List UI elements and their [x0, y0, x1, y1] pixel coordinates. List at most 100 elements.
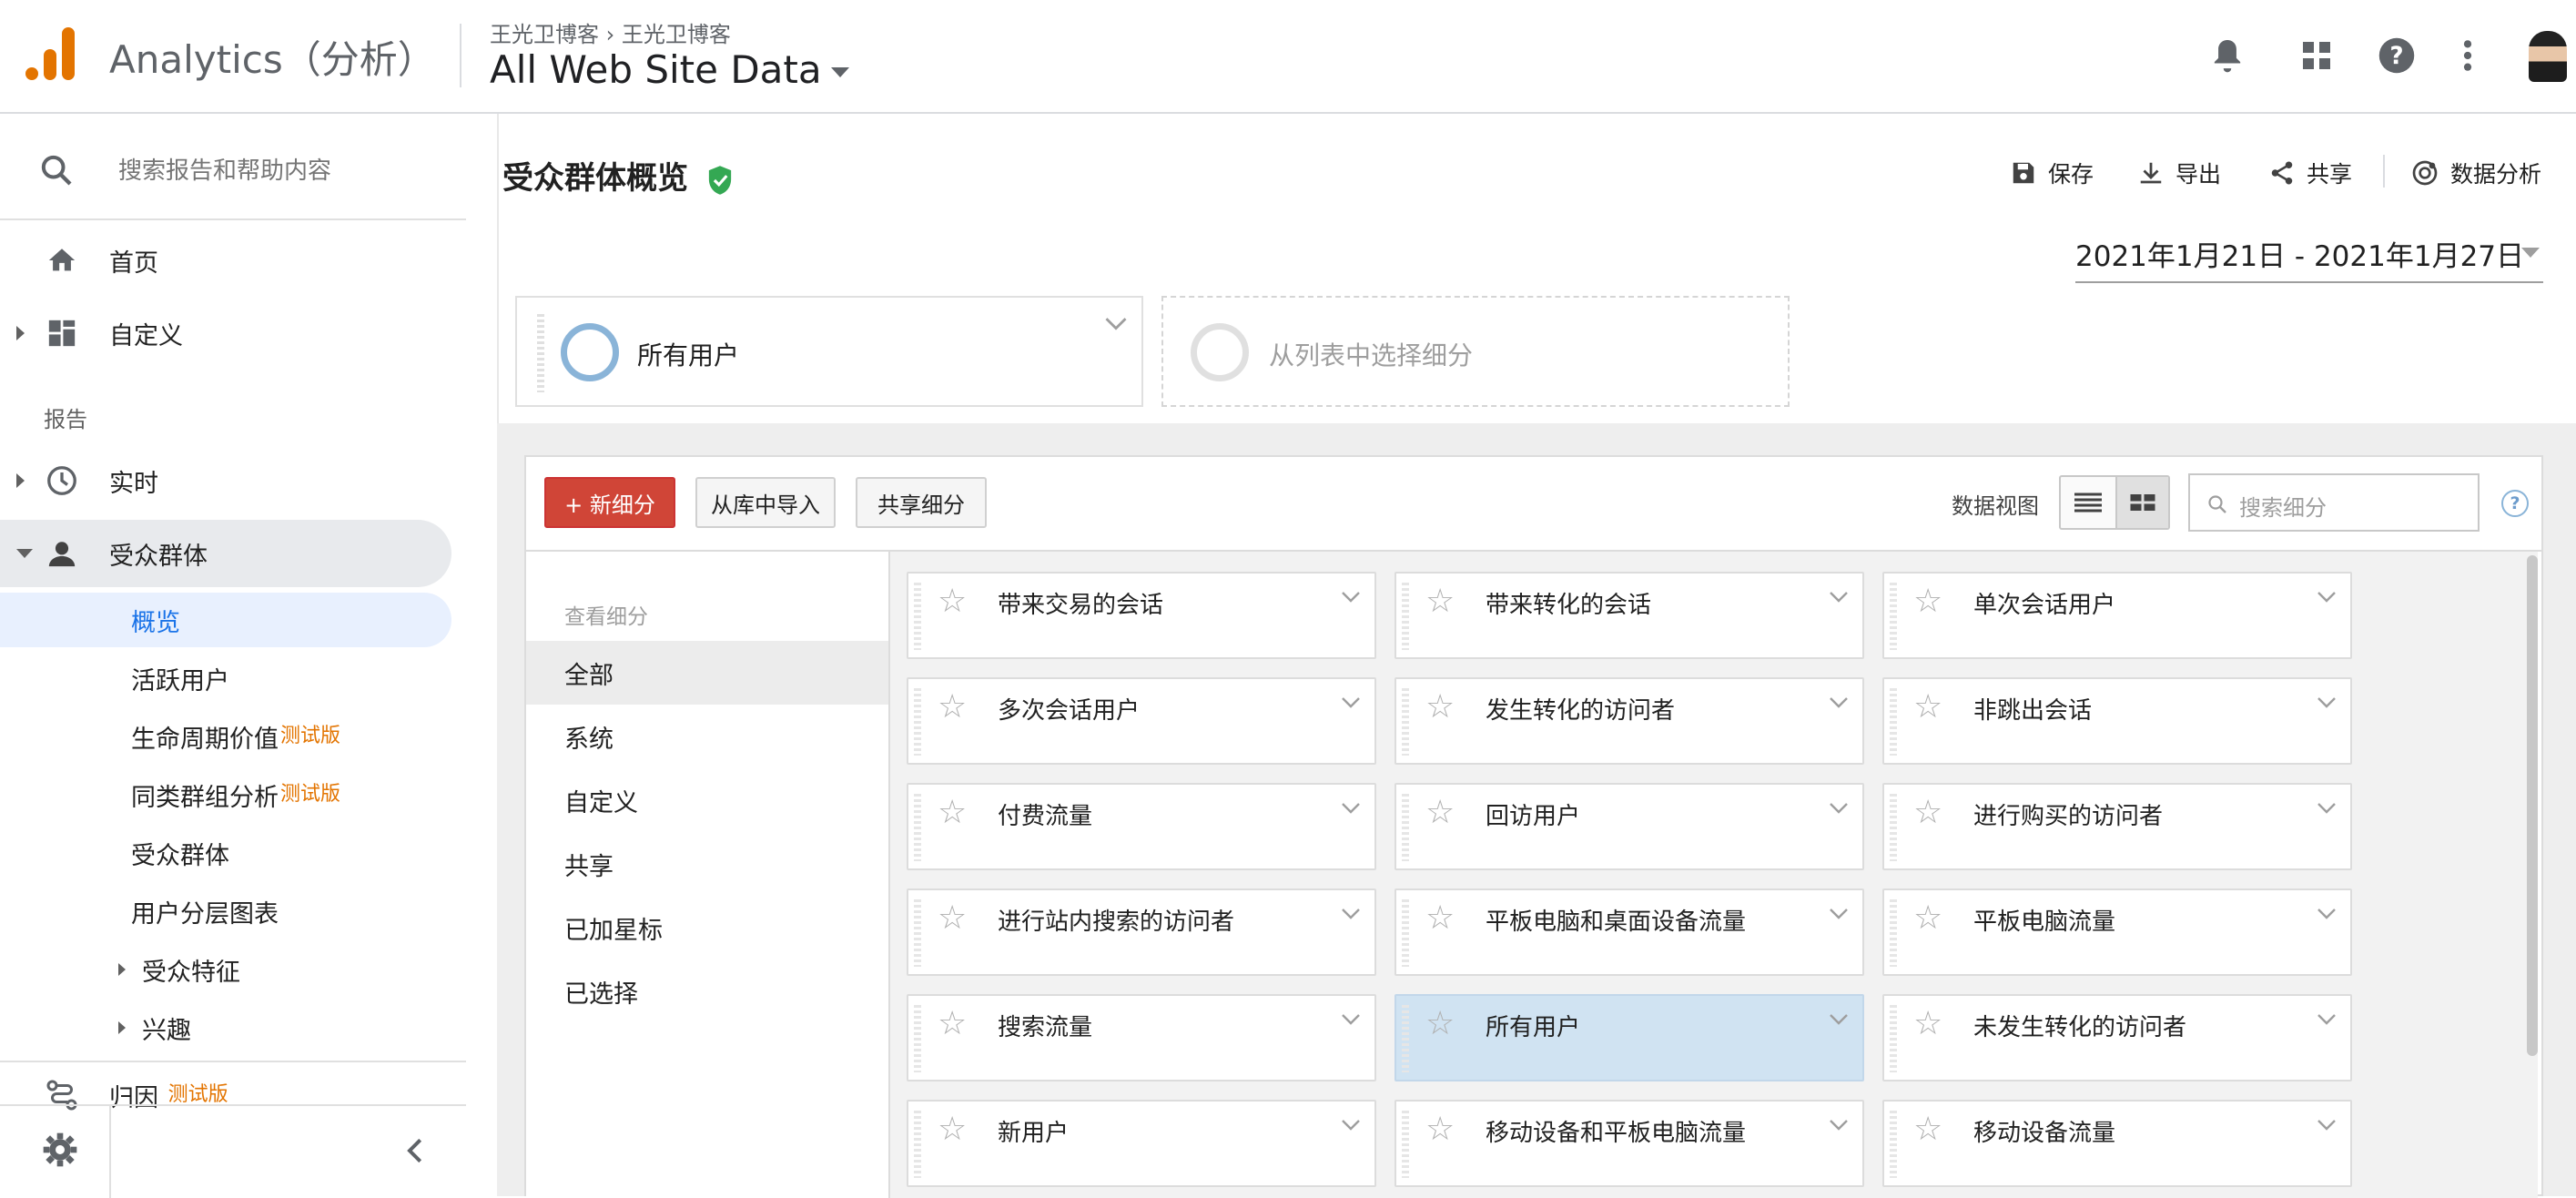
sidebar-item-home[interactable]: 首页 [0, 227, 451, 294]
scrollbar[interactable] [2527, 555, 2538, 1056]
star-icon[interactable]: ☆ [1913, 1111, 1942, 1148]
chevron-down-icon[interactable] [1340, 903, 1362, 925]
chevron-down-icon[interactable] [1828, 1009, 1850, 1030]
collapse-sidebar-icon[interactable] [404, 1137, 424, 1164]
segment-tile[interactable]: ☆ 付费流量 [907, 783, 1376, 870]
category-item[interactable]: 共享 [526, 832, 888, 896]
expand-arrow-icon[interactable] [118, 963, 126, 976]
gear-icon[interactable] [42, 1132, 78, 1168]
star-icon[interactable]: ☆ [1425, 1005, 1455, 1042]
segment-tile[interactable]: ☆ 非跳出会话 [1882, 677, 2352, 765]
segment-tile[interactable]: ☆ 进行购买的访问者 [1882, 783, 2352, 870]
export-button[interactable]: 导出 [2137, 157, 2221, 189]
bell-icon[interactable] [2206, 35, 2248, 76]
insights-button[interactable]: 数据分析 [2410, 157, 2541, 189]
drag-handle[interactable] [1402, 1111, 1409, 1178]
drag-handle[interactable] [1890, 794, 1897, 861]
drag-handle[interactable] [1402, 899, 1409, 967]
star-icon[interactable]: ☆ [1913, 899, 1942, 937]
star-icon[interactable]: ☆ [938, 583, 967, 620]
apps-icon[interactable] [2296, 35, 2338, 76]
sidebar-item-customize[interactable]: 自定义 [0, 300, 451, 367]
segment-search-input[interactable]: 搜索细分 [2188, 473, 2480, 532]
drag-handle[interactable] [1890, 583, 1897, 650]
sidebar-item-audience[interactable]: 受众群体 [0, 520, 451, 587]
segment-tile[interactable]: ☆ 进行站内搜索的访问者 [907, 888, 1376, 976]
expand-arrow-icon[interactable] [118, 1021, 126, 1034]
chevron-down-icon[interactable] [2316, 692, 2338, 714]
drag-handle[interactable] [1402, 1005, 1409, 1072]
collapse-arrow-icon[interactable] [16, 549, 33, 558]
chevron-down-icon[interactable] [2316, 903, 2338, 925]
drag-handle[interactable] [1402, 688, 1409, 756]
drag-handle[interactable] [914, 688, 921, 756]
drag-handle[interactable] [914, 583, 921, 650]
drag-handle[interactable] [1890, 899, 1897, 967]
category-item[interactable]: 全部 [526, 641, 888, 705]
help-icon[interactable]: ? [2376, 35, 2418, 76]
sidebar-item-cohort-analysis[interactable]: 同类群组分析测试版 [0, 767, 451, 822]
list-view-icon[interactable] [2061, 477, 2115, 528]
category-item[interactable]: 已选择 [526, 959, 888, 1023]
share-button[interactable]: 共享 [2268, 157, 2352, 189]
expand-arrow-icon[interactable] [16, 473, 25, 488]
segment-tile[interactable]: ☆ 平板电脑和桌面设备流量 [1394, 888, 1864, 976]
star-icon[interactable]: ☆ [938, 899, 967, 937]
chevron-down-icon[interactable] [1340, 586, 1362, 608]
sidebar-item-active-users[interactable]: 活跃用户 [0, 651, 451, 706]
star-icon[interactable]: ☆ [1913, 1005, 1942, 1042]
breadcrumb-property[interactable]: 王光卫博客 [622, 22, 731, 47]
segment-tile[interactable]: ☆ 多次会话用户 [907, 677, 1376, 765]
star-icon[interactable]: ☆ [1425, 794, 1455, 831]
star-icon[interactable]: ☆ [1913, 583, 1942, 620]
drag-handle[interactable] [914, 794, 921, 861]
star-icon[interactable]: ☆ [1425, 688, 1455, 726]
sidebar-item-overview[interactable]: 概览 [0, 593, 451, 647]
star-icon[interactable]: ☆ [1913, 688, 1942, 726]
drag-handle[interactable] [914, 1005, 921, 1072]
drag-handle[interactable] [914, 899, 921, 967]
category-item[interactable]: 已加星标 [526, 896, 888, 959]
breadcrumb-account[interactable]: 王光卫博客 [490, 22, 599, 47]
star-icon[interactable]: ☆ [938, 794, 967, 831]
segment-tile[interactable]: ☆ 回访用户 [1394, 783, 1864, 870]
segment-tile[interactable]: ☆ 所有用户 [1394, 994, 1864, 1081]
star-icon[interactable]: ☆ [938, 1111, 967, 1148]
chevron-down-icon[interactable] [1340, 797, 1362, 819]
drag-handle[interactable] [537, 314, 544, 392]
drag-handle[interactable] [1890, 688, 1897, 756]
drag-handle[interactable] [1890, 1005, 1897, 1072]
view-selector[interactable]: All Web Site Data [490, 47, 849, 92]
drag-handle[interactable] [914, 1111, 921, 1178]
chevron-down-icon[interactable] [1828, 797, 1850, 819]
breadcrumb[interactable]: 王光卫博客 › 王光卫博客 [490, 16, 731, 48]
category-item[interactable]: 系统 [526, 705, 888, 768]
segment-tile[interactable]: ☆ 搜索流量 [907, 994, 1376, 1081]
grid-view-icon[interactable] [2115, 477, 2168, 528]
analytics-logo-icon[interactable] [25, 27, 76, 80]
import-from-gallery-button[interactable]: 从库中导入 [695, 477, 836, 528]
star-icon[interactable]: ☆ [1425, 1111, 1455, 1148]
save-button[interactable]: 保存 [2010, 157, 2094, 189]
star-icon[interactable]: ☆ [938, 1005, 967, 1042]
segment-tile[interactable]: ☆ 新用户 [907, 1100, 1376, 1187]
avatar[interactable] [2529, 31, 2567, 82]
sidebar-item-interests[interactable]: 兴趣 [0, 1000, 451, 1055]
chevron-down-icon[interactable] [1828, 903, 1850, 925]
chevron-down-icon[interactable] [2316, 797, 2338, 819]
segment-card-active[interactable]: 所有用户 [515, 296, 1143, 407]
sidebar-item-user-explorer[interactable]: 用户分层图表 [0, 884, 451, 939]
segment-tile[interactable]: ☆ 带来交易的会话 [907, 572, 1376, 659]
new-segment-button[interactable]: + 新细分 [544, 477, 675, 528]
chevron-down-icon[interactable] [2316, 1114, 2338, 1136]
expand-arrow-icon[interactable] [16, 326, 25, 340]
segment-tile[interactable]: ☆ 发生转化的访问者 [1394, 677, 1864, 765]
chevron-down-icon[interactable] [2316, 586, 2338, 608]
sidebar-item-audiences[interactable]: 受众群体 [0, 826, 451, 880]
sidebar-item-demographics[interactable]: 受众特征 [0, 942, 451, 997]
drag-handle[interactable] [1890, 1111, 1897, 1178]
chevron-down-icon[interactable] [1828, 692, 1850, 714]
segment-tile[interactable]: ☆ 移动设备和平板电脑流量 [1394, 1100, 1864, 1187]
chevron-down-icon[interactable] [1828, 1114, 1850, 1136]
star-icon[interactable]: ☆ [938, 688, 967, 726]
